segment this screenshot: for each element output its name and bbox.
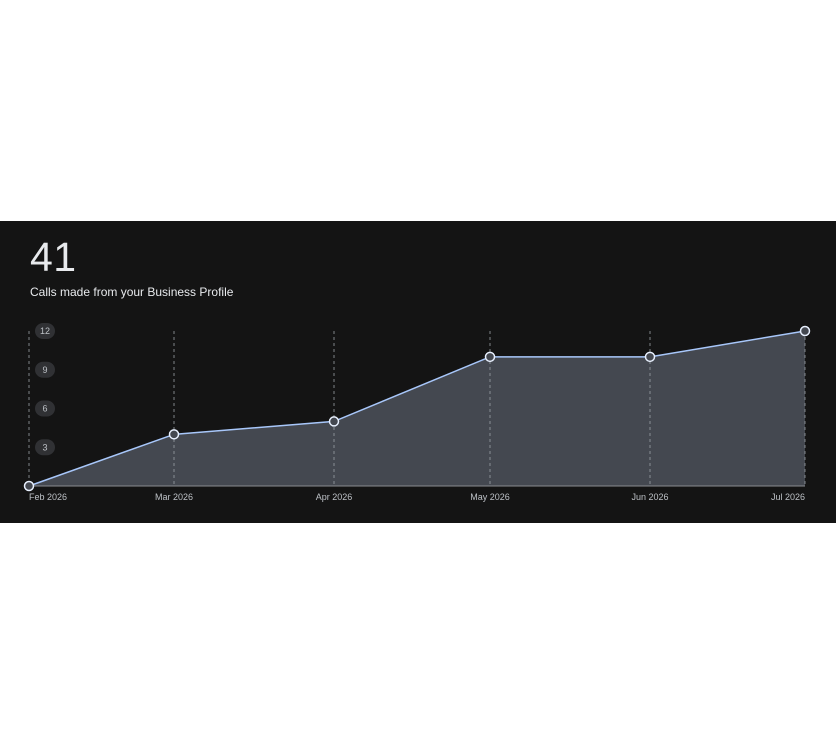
data-point-4 <box>644 351 656 363</box>
calls-area-chart: 3 6 9 12 Feb 2026 Mar 2026 Apr 2026 May 2026 Jun… <box>23 323 811 502</box>
x-tick-label-5: Jul 2026 <box>771 492 805 502</box>
x-tick-label-0: Feb 2026 <box>29 492 67 502</box>
area-fill <box>29 331 805 486</box>
x-tick-label-4: Jun 2026 <box>631 492 668 502</box>
x-tick-label-2: Apr 2026 <box>316 492 353 502</box>
y-tick-label-3: 3 <box>42 442 47 452</box>
x-tick-label-3: May 2026 <box>470 492 510 502</box>
data-point-2 <box>328 416 340 427</box>
y-tick-label-6: 6 <box>42 404 47 414</box>
calls-card: 41 Calls made from your Business Profile… <box>0 221 836 523</box>
y-tick-label-12: 12 <box>40 326 50 336</box>
data-point-0 <box>23 480 35 492</box>
data-point-5 <box>799 325 811 337</box>
y-tick-label-9: 9 <box>42 365 47 375</box>
data-point-3 <box>484 351 496 363</box>
data-point-1 <box>168 429 180 440</box>
x-tick-label-1: Mar 2026 <box>155 492 193 502</box>
